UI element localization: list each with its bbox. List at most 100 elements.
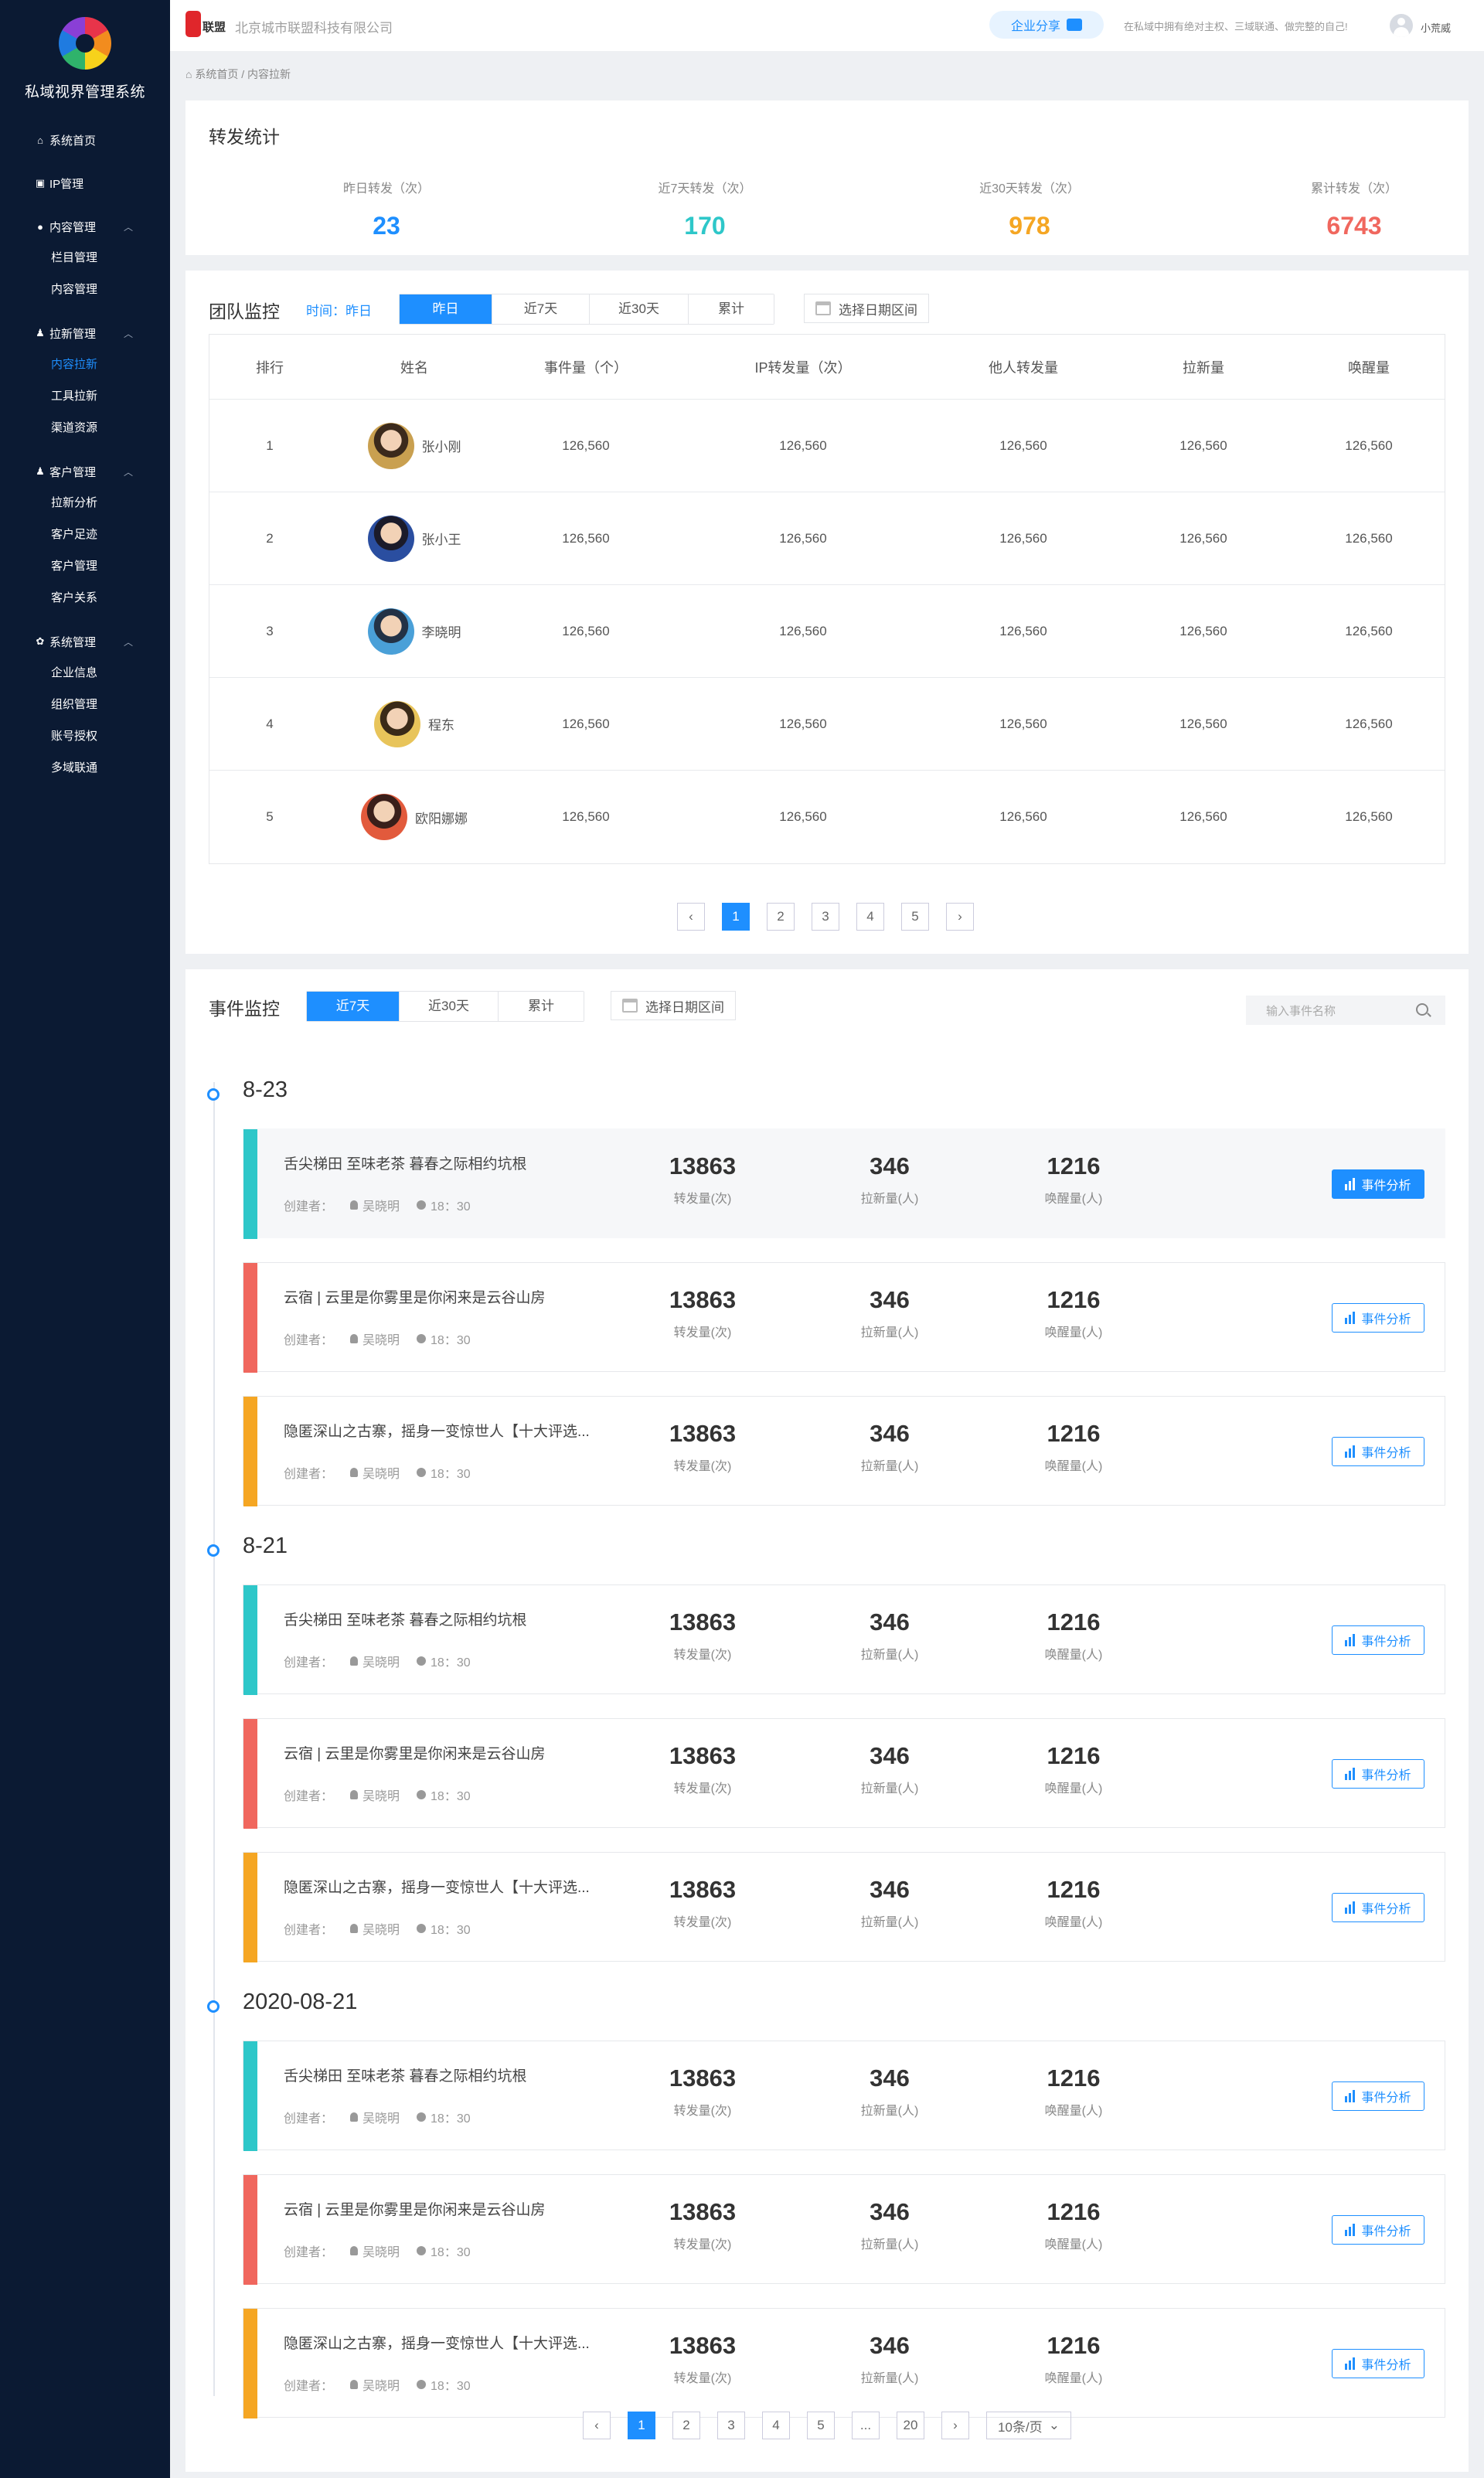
- sidebar-item-4[interactable]: ♟ 客户管理 ︿: [0, 456, 170, 487]
- chevron-up-icon[interactable]: ︿: [124, 327, 133, 340]
- event-title[interactable]: 云宿 | 云里是你雾里是你闲来是云谷山房: [284, 1286, 546, 1307]
- sidebar-subitem[interactable]: 多域联通: [0, 752, 170, 784]
- sidebar-subitem[interactable]: 组织管理: [0, 689, 170, 720]
- sidebar-item-1[interactable]: ▣ IP管理: [0, 168, 170, 199]
- table-row[interactable]: 5 欧阳娜娜 126,560 126,560 126,560 126,560 126,560: [209, 771, 1445, 863]
- page-button[interactable]: 1: [722, 903, 750, 931]
- tab-2[interactable]: 累计: [499, 992, 584, 1021]
- table-row[interactable]: 3 李晓明 126,560 126,560 126,560 126,560 126,560: [209, 585, 1445, 678]
- chevron-up-icon[interactable]: ︿: [124, 220, 133, 233]
- page-button[interactable]: ...: [852, 2412, 880, 2439]
- event-item[interactable]: 云宿 | 云里是你雾里是你闲来是云谷山房 创建者： 吴晓明 18：30 13863 转发量…: [243, 1262, 1445, 1373]
- event-analysis-button[interactable]: 事件分析: [1332, 1625, 1424, 1655]
- event-item[interactable]: 舌尖梯田 至味老茶 暮春之际相约坑根 创建者： 吴晓明 18：30 13863 转发量(次…: [243, 1584, 1445, 1695]
- creator: 吴晓明: [350, 1329, 400, 1348]
- table-row[interactable]: 1 张小刚 126,560 126,560 126,560 126,560 126,560: [209, 400, 1445, 492]
- column-header[interactable]: 他人转发量: [933, 357, 1114, 377]
- event-title[interactable]: 云宿 | 云里是你雾里是你闲来是云谷山房: [284, 2198, 546, 2219]
- event-analysis-button[interactable]: 事件分析: [1332, 1759, 1424, 1789]
- event-meta: 创建者： 吴晓明 18：30: [284, 1919, 471, 1938]
- page-button[interactable]: 2: [672, 2412, 700, 2439]
- event-title[interactable]: 舌尖梯田 至味老茶 暮春之际相约坑根: [284, 1608, 527, 1629]
- sidebar-subitem[interactable]: 客户足迹: [0, 519, 170, 550]
- tab-3[interactable]: 累计: [689, 294, 774, 324]
- event-item[interactable]: 隐匿深山之古寨，摇身一变惊世人【十大评选... 创建者： 吴晓明 18：30 13863…: [243, 1396, 1445, 1506]
- event-title[interactable]: 云宿 | 云里是你雾里是你闲来是云谷山房: [284, 1742, 546, 1763]
- page-button[interactable]: 20: [897, 2412, 924, 2439]
- chevron-up-icon[interactable]: ︿: [124, 465, 133, 478]
- table-row[interactable]: 2 张小王 126,560 126,560 126,560 126,560 126,560: [209, 492, 1445, 585]
- sidebar-subitem[interactable]: 客户管理: [0, 550, 170, 582]
- column-header[interactable]: 拉新量: [1114, 357, 1293, 377]
- column-header[interactable]: 事件量（个）: [499, 357, 673, 377]
- page-button[interactable]: 4: [762, 2412, 790, 2439]
- event-analysis-button[interactable]: 事件分析: [1332, 1893, 1424, 1922]
- brand-logo: 联盟: [186, 11, 230, 37]
- sidebar-subitem[interactable]: 工具拉新: [0, 380, 170, 412]
- tab-2[interactable]: 近30天: [590, 294, 689, 324]
- page-button[interactable]: 2: [767, 903, 795, 931]
- tab-0[interactable]: 近7天: [307, 992, 400, 1021]
- column-header[interactable]: 姓名: [330, 357, 499, 377]
- event-title[interactable]: 舌尖梯田 至味老茶 暮春之际相约坑根: [284, 1152, 527, 1173]
- chart-icon: [1345, 1178, 1356, 1190]
- sidebar-subitem[interactable]: 内容拉新: [0, 349, 170, 380]
- event-title[interactable]: 隐匿深山之古寨，摇身一变惊世人【十大评选...: [284, 1420, 590, 1441]
- event-analysis-button[interactable]: 事件分析: [1332, 2215, 1424, 2245]
- next-page-button[interactable]: ›: [941, 2412, 969, 2439]
- sidebar-item-3[interactable]: ♟ 拉新管理 ︿: [0, 318, 170, 349]
- sidebar-item-5[interactable]: ✿ 系统管理 ︿: [0, 626, 170, 657]
- event-item[interactable]: 隐匿深山之古寨，摇身一变惊世人【十大评选... 创建者： 吴晓明 18：30 13863…: [243, 2308, 1445, 2418]
- chevron-up-icon[interactable]: ︿: [124, 635, 133, 648]
- event-title[interactable]: 隐匿深山之古寨，摇身一变惊世人【十大评选...: [284, 1876, 590, 1897]
- member-name: 张小刚: [421, 440, 461, 454]
- column-header[interactable]: 排行: [209, 357, 330, 377]
- column-header[interactable]: IP转发量（次）: [673, 357, 933, 377]
- user-avatar[interactable]: [1390, 14, 1413, 37]
- event-item[interactable]: 云宿 | 云里是你雾里是你闲来是云谷山房 创建者： 吴晓明 18：30 13863 转发量…: [243, 2174, 1445, 2285]
- event-analysis-button[interactable]: 事件分析: [1332, 1437, 1424, 1466]
- tab-1[interactable]: 近7天: [492, 294, 590, 324]
- event-item[interactable]: 云宿 | 云里是你雾里是你闲来是云谷山房 创建者： 吴晓明 18：30 13863 转发量…: [243, 1718, 1445, 1829]
- event-analysis-button[interactable]: 事件分析: [1332, 1169, 1424, 1199]
- sidebar-subitem[interactable]: 客户关系: [0, 582, 170, 614]
- prev-page-button[interactable]: ‹: [583, 2412, 611, 2439]
- event-search-input[interactable]: 输入事件名称: [1246, 996, 1445, 1025]
- page-button[interactable]: 1: [628, 2412, 655, 2439]
- page-button[interactable]: 3: [812, 903, 839, 931]
- page-button[interactable]: 5: [901, 903, 929, 931]
- tab-1[interactable]: 近30天: [400, 992, 499, 1021]
- search-icon[interactable]: [1416, 1003, 1428, 1016]
- column-header[interactable]: 唤醒量: [1293, 357, 1445, 377]
- breadcrumb-home[interactable]: 系统首页: [195, 68, 238, 80]
- event-analysis-button[interactable]: 事件分析: [1332, 2081, 1424, 2111]
- page-button[interactable]: 3: [717, 2412, 745, 2439]
- prev-page-button[interactable]: ‹: [677, 903, 705, 931]
- sidebar-item-2[interactable]: ● 内容管理 ︿: [0, 211, 170, 242]
- event-date-range-button[interactable]: 选择日期区间: [611, 991, 736, 1020]
- sidebar-subitem[interactable]: 企业信息: [0, 657, 170, 689]
- event-title[interactable]: 舌尖梯田 至味老茶 暮春之际相约坑根: [284, 2064, 527, 2085]
- event-analysis-button[interactable]: 事件分析: [1332, 1303, 1424, 1333]
- sidebar-subitem[interactable]: 栏目管理: [0, 242, 170, 274]
- event-item[interactable]: 舌尖梯田 至味老茶 暮春之际相约坑根 创建者： 吴晓明 18：30 13863 转发量(次…: [243, 2041, 1445, 2151]
- sidebar-subitem[interactable]: 渠道资源: [0, 412, 170, 444]
- table-row[interactable]: 4 程东 126,560 126,560 126,560 126,560 126,560: [209, 678, 1445, 771]
- user-name[interactable]: 小荒威: [1421, 20, 1451, 35]
- sidebar-subitem[interactable]: 拉新分析: [0, 487, 170, 519]
- sidebar-item-0[interactable]: ⌂ 系统首页: [0, 124, 170, 155]
- next-page-button[interactable]: ›: [946, 903, 974, 931]
- event-title[interactable]: 隐匿深山之古寨，摇身一变惊世人【十大评选...: [284, 2332, 590, 2353]
- event-item[interactable]: 隐匿深山之古寨，摇身一变惊世人【十大评选... 创建者： 吴晓明 18：30 13863…: [243, 1852, 1445, 1962]
- sidebar-subitem[interactable]: 内容管理: [0, 274, 170, 305]
- event-item[interactable]: 舌尖梯田 至味老茶 暮春之际相约坑根 创建者： 吴晓明 18：30 13863 转发量(次…: [243, 1128, 1445, 1239]
- sidebar-subitem[interactable]: 账号授权: [0, 720, 170, 752]
- page-button[interactable]: 4: [856, 903, 884, 931]
- cell-c3: 126,560: [999, 437, 1047, 453]
- page-size-select[interactable]: 10条/页 ⌄: [986, 2412, 1071, 2439]
- page-button[interactable]: 5: [807, 2412, 835, 2439]
- tab-0[interactable]: 昨日: [400, 294, 492, 324]
- enterprise-share-button[interactable]: 企业分享: [989, 11, 1104, 39]
- event-analysis-button[interactable]: 事件分析: [1332, 2349, 1424, 2378]
- team-date-range-button[interactable]: 选择日期区间: [804, 294, 929, 323]
